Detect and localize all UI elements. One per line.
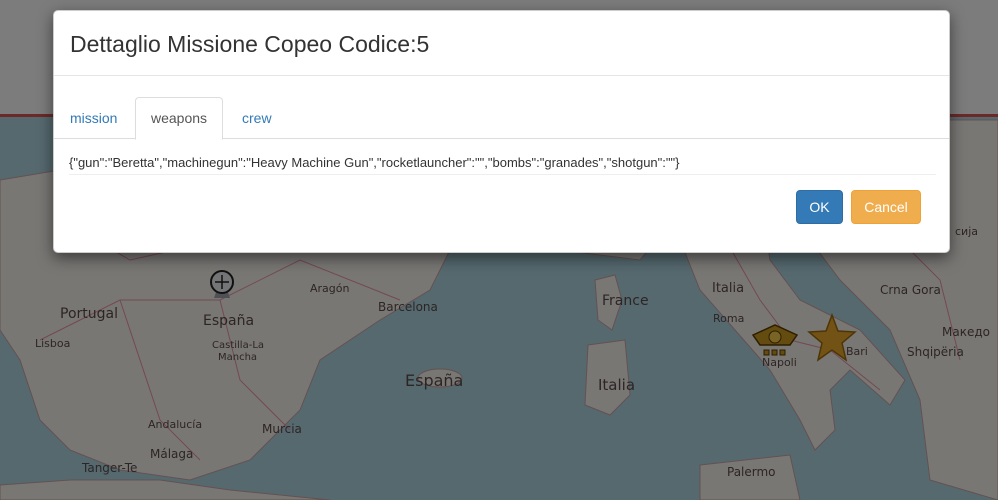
mission-detail-modal: Dettaglio Missione Copeo Codice:5 missio… — [53, 10, 950, 253]
tab-weapons[interactable]: weapons — [135, 97, 224, 140]
tab-crew[interactable]: crew — [227, 97, 287, 139]
modal-title: Dettaglio Missione Copeo Codice:5 — [70, 31, 430, 57]
modal-header: Dettaglio Missione Copeo Codice:5 — [54, 11, 949, 76]
tab-bar: mission weapons crew — [54, 97, 949, 140]
ok-button[interactable]: OK — [796, 190, 843, 224]
weapons-json-content: {"gun":"Beretta","machinegun":"Heavy Mac… — [69, 152, 936, 175]
tab-mission[interactable]: mission — [55, 97, 132, 139]
cancel-button[interactable]: Cancel — [851, 190, 921, 224]
